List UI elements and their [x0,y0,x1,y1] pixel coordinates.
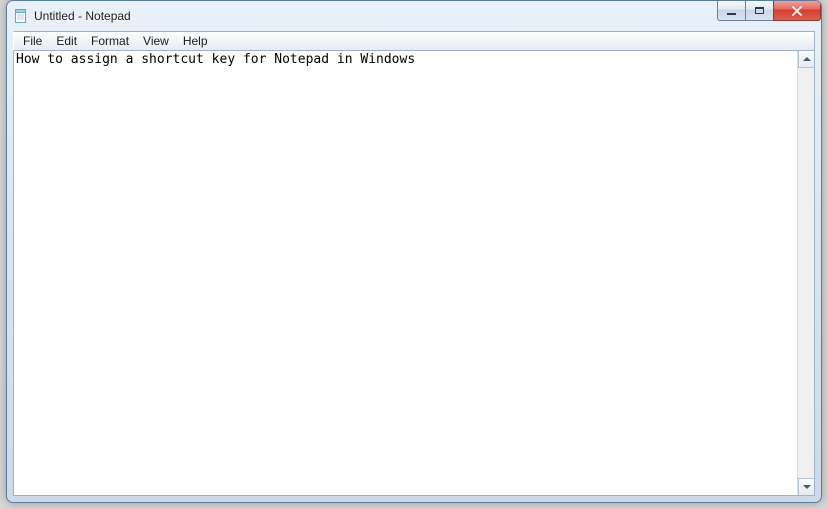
scroll-track[interactable] [798,67,814,478]
minimize-button[interactable] [717,1,746,21]
menu-format[interactable]: Format [84,32,136,50]
notepad-icon [13,8,29,24]
maximize-icon [755,7,764,14]
text-editor[interactable] [14,51,797,495]
menu-help[interactable]: Help [176,32,215,50]
client-area [13,51,815,496]
arrow-up-icon [803,57,811,61]
maximize-button[interactable] [745,1,774,21]
close-icon [791,6,803,16]
menu-file[interactable]: File [16,32,49,50]
menu-edit[interactable]: Edit [49,32,84,50]
window-controls [717,1,821,21]
vertical-scrollbar[interactable] [797,51,814,495]
title-bar[interactable]: Untitled - Notepad [7,1,821,31]
menu-view[interactable]: View [136,32,176,50]
scroll-down-button[interactable] [798,478,814,495]
scroll-up-button[interactable] [798,51,814,68]
notepad-window: Untitled - Notepad File Edit Format View… [6,0,822,503]
menu-bar: File Edit Format View Help [13,31,815,51]
arrow-down-icon [803,485,811,489]
window-title: Untitled - Notepad [34,9,821,23]
close-button[interactable] [773,1,821,21]
minimize-icon [727,13,736,15]
